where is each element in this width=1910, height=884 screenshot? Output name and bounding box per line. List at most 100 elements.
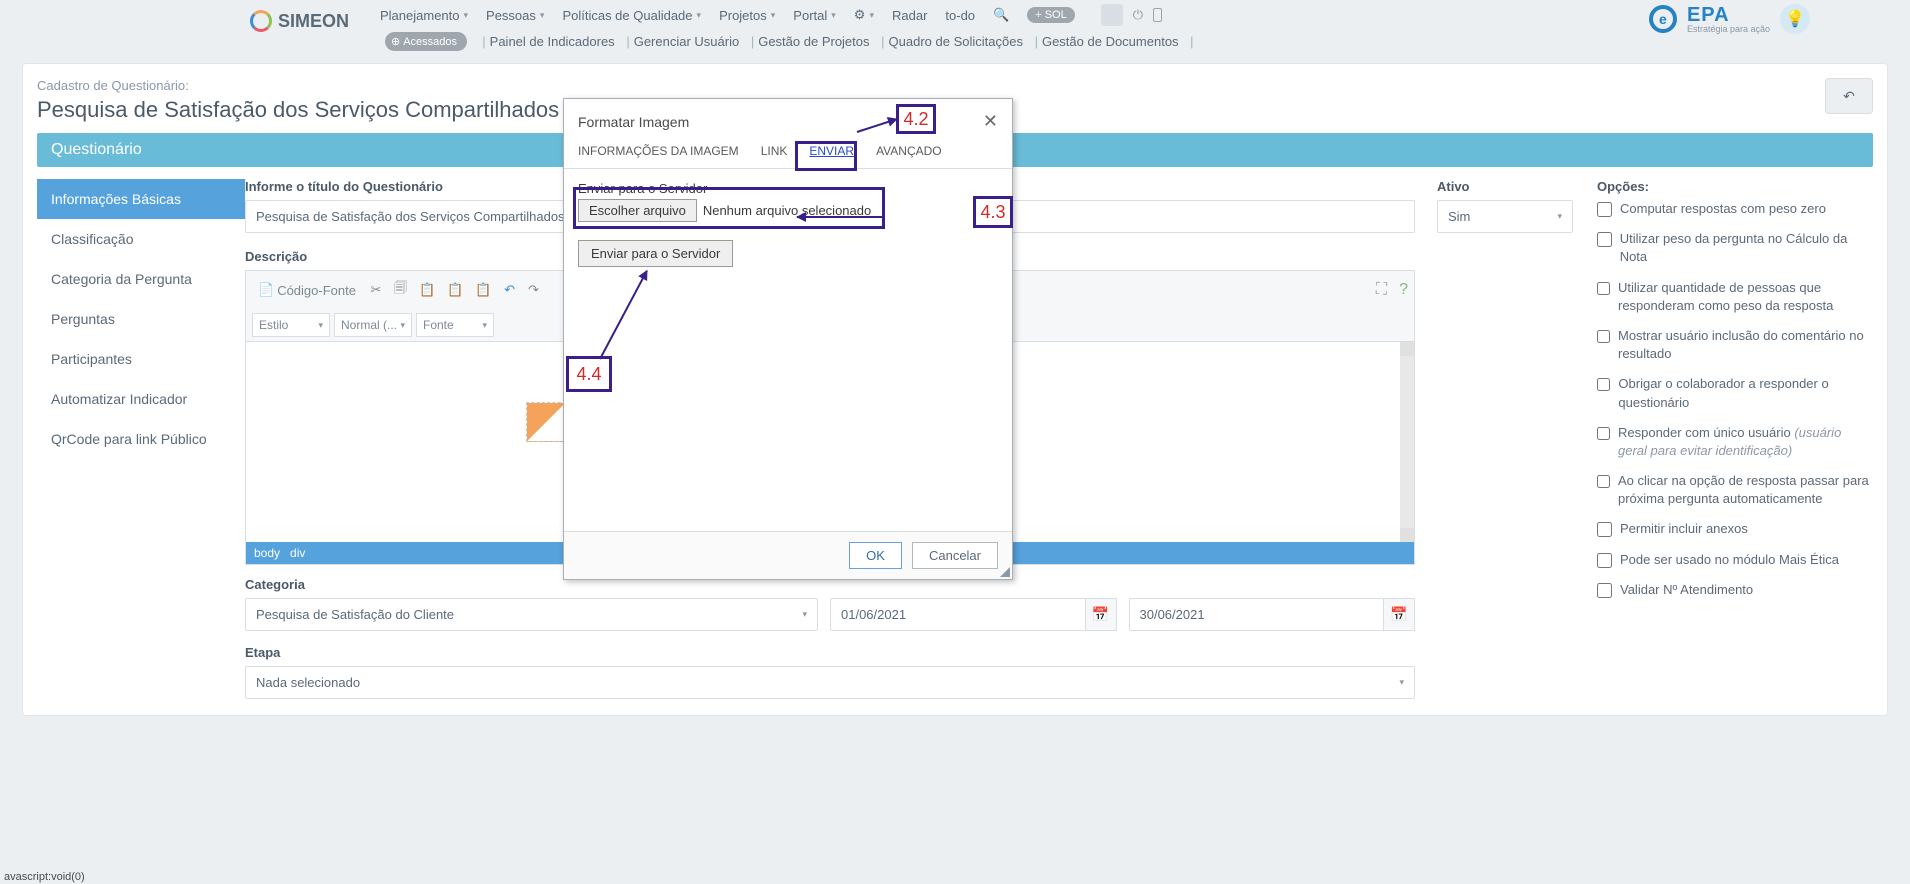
ativo-select[interactable]: Sim▾ — [1437, 200, 1573, 233]
modal-ok-button[interactable]: OK — [849, 542, 902, 569]
opt-peso-zero[interactable]: Computar respostas com peso zero — [1597, 200, 1873, 218]
ck-path-div[interactable]: div — [290, 546, 305, 560]
opt-validar-atend[interactable]: Validar Nº Atendimento — [1597, 581, 1873, 599]
ql-documentos[interactable]: Gestão de Documentos — [1042, 34, 1179, 49]
bulb-icon[interactable]: 💡 — [1780, 4, 1810, 34]
ck-redo-button[interactable]: ↷ — [524, 278, 544, 302]
tab-participantes[interactable]: Participantes — [37, 339, 245, 379]
menu-portal[interactable]: Portal▾ — [793, 8, 836, 23]
opt-anexos[interactable]: Permitir incluir anexos — [1597, 520, 1873, 538]
tab-categoria-pergunta[interactable]: Categoria da Pergunta — [37, 259, 245, 299]
undo-icon: ↶ — [504, 282, 515, 298]
modal-tab-avancado[interactable]: AVANÇADO — [876, 144, 942, 158]
ck-format-combo[interactable]: Normal (...▾ — [334, 313, 412, 337]
modal-title: Formatar Imagem — [578, 114, 689, 130]
ql-projetos[interactable]: Gestão de Projetos — [758, 34, 869, 49]
chevron-down-icon: ▾ — [464, 10, 469, 21]
menu-planejamento[interactable]: Planejamento▾ — [380, 8, 468, 23]
paste-icon: 📋 — [419, 282, 435, 298]
annotation-4-2: 4.2 — [896, 104, 936, 134]
top-bar: SIMEON Planejamento▾ Pessoas▾ Políticas … — [0, 0, 1910, 30]
redo-icon: ↷ — [528, 282, 539, 298]
ck-path-body[interactable]: body — [254, 546, 280, 560]
back-button[interactable]: ↶ — [1825, 78, 1873, 114]
power-icon[interactable]: ⏻ — [1133, 7, 1143, 23]
categoria-select[interactable]: Pesquisa de Satisfação do Cliente▾ — [245, 598, 818, 631]
reply-arrow-icon: ↶ — [1843, 88, 1855, 105]
paste-text-icon: 📋 — [447, 282, 463, 298]
tab-perguntas[interactable]: Perguntas — [37, 299, 245, 339]
tab-qrcode[interactable]: QrCode para link Público — [37, 419, 245, 459]
maximize-icon[interactable]: ⛶ — [1376, 281, 1387, 299]
opt-mais-etica[interactable]: Pode ser usado no módulo Mais Ética — [1597, 551, 1873, 569]
chevron-down-icon: ▾ — [802, 609, 807, 620]
ck-cut-button[interactable]: ✂ — [366, 278, 386, 302]
avatar-icon[interactable] — [1101, 4, 1123, 26]
menu-radar[interactable]: Radar — [892, 8, 927, 23]
epa-brand: e EPA Estratégia para ação 💡 — [1649, 4, 1810, 34]
ck-copy-button[interactable]: 🗐 — [390, 275, 411, 305]
ck-font-combo[interactable]: Fonte▾ — [416, 313, 494, 337]
ql-painel[interactable]: Painel de Indicadores — [490, 34, 615, 49]
opt-auto-next[interactable]: Ao clicar na opção de resposta passar pa… — [1597, 472, 1873, 508]
breadcrumb: Cadastro de Questionário: — [37, 78, 1873, 93]
mobile-icon[interactable] — [1153, 8, 1162, 22]
modal-cancel-button[interactable]: Cancelar — [912, 542, 998, 569]
modal-tab-link[interactable]: LINK — [761, 144, 788, 158]
opt-qtd-pessoas[interactable]: Utilizar quantidade de pessoas que respo… — [1597, 279, 1873, 315]
menu-projetos[interactable]: Projetos▾ — [719, 8, 775, 23]
help-icon[interactable]: ? — [1399, 281, 1408, 299]
cut-icon: ✂ — [371, 282, 382, 298]
ck-undo-button[interactable]: ↶ — [500, 278, 520, 302]
etapa-label: Etapa — [245, 645, 1415, 660]
ck-paste-button[interactable]: 📋 — [415, 278, 439, 302]
acessados-badge[interactable]: ⊕Acessados — [385, 32, 467, 51]
opt-mostrar-usuario[interactable]: Mostrar usuário inclusão do comentário n… — [1597, 327, 1873, 363]
sub-bar: ⊕Acessados |Painel de Indicadores |Geren… — [0, 30, 1910, 57]
ck-scrollbar[interactable] — [1400, 342, 1414, 542]
code-icon: 📄 — [258, 282, 274, 298]
chevron-down-icon: ▾ — [1399, 677, 1404, 688]
menu-pessoas[interactable]: Pessoas▾ — [486, 8, 544, 23]
modal-close-button[interactable]: ✕ — [983, 111, 998, 132]
menu-gear[interactable]: ⚙▾ — [854, 7, 874, 23]
calendar-icon[interactable]: 📅 — [1085, 598, 1117, 631]
annotation-arrow-4-3 — [797, 216, 885, 218]
opt-peso-pergunta[interactable]: Utilizar peso da pergunta no Cálculo da … — [1597, 230, 1873, 266]
plus-icon: ⊕ — [391, 35, 400, 48]
menu-todo[interactable]: to-do — [945, 8, 975, 23]
data-inicio-input[interactable] — [830, 598, 1085, 631]
data-fim-input[interactable] — [1129, 598, 1384, 631]
image-format-modal: Formatar Imagem ✕ INFORMAÇÕES DA IMAGEM … — [563, 98, 1013, 580]
ql-solicitacoes[interactable]: Quadro de Solicitações — [889, 34, 1023, 49]
chevron-down-icon: ▾ — [697, 10, 702, 21]
calendar-icon[interactable]: 📅 — [1383, 598, 1415, 631]
ck-paste-text-button[interactable]: 📋 — [443, 278, 467, 302]
ql-usuario[interactable]: Gerenciar Usuário — [634, 34, 740, 49]
send-to-server-button[interactable]: Enviar para o Servidor — [578, 240, 733, 267]
modal-tab-info[interactable]: INFORMAÇÕES DA IMAGEM — [578, 144, 739, 158]
menu-politicas[interactable]: Políticas de Qualidade▾ — [562, 8, 701, 23]
annotation-box-file-row — [573, 187, 885, 229]
resize-handle-icon[interactable] — [1000, 567, 1010, 577]
opt-obrigar[interactable]: Obrigar o colaborador a responder o ques… — [1597, 375, 1873, 411]
browser-status-bar: avascript:void(0) — [0, 870, 89, 884]
annotation-4-4: 4.4 — [566, 356, 612, 392]
ck-paste-word-button[interactable]: 📋 — [471, 278, 495, 302]
ck-style-combo[interactable]: Estilo▾ — [252, 313, 330, 337]
annotation-box-enviar-tab — [795, 141, 857, 171]
opt-unico-usuario[interactable]: Responder com único usuário (usuário ger… — [1597, 424, 1873, 460]
etapa-select[interactable]: Nada selecionado▾ — [245, 666, 1415, 699]
brand-logo: SIMEON — [250, 10, 349, 32]
tab-informacoes-basicas[interactable]: Informações Básicas — [37, 179, 245, 219]
sol-badge[interactable]: + SOL — [1027, 7, 1075, 23]
epa-icon: e — [1649, 5, 1677, 33]
ck-source-button[interactable]: 📄Código-Fonte — [252, 278, 362, 302]
tab-classificacao[interactable]: Classificação — [37, 219, 245, 259]
ativo-label: Ativo — [1437, 179, 1573, 194]
data-inicio-field[interactable]: 📅 — [830, 598, 1117, 631]
tab-automatizar[interactable]: Automatizar Indicador — [37, 379, 245, 419]
search-icon[interactable]: 🔍 — [993, 7, 1009, 23]
paste-word-icon: 📋 — [475, 282, 491, 298]
data-fim-field[interactable]: 📅 — [1129, 598, 1416, 631]
